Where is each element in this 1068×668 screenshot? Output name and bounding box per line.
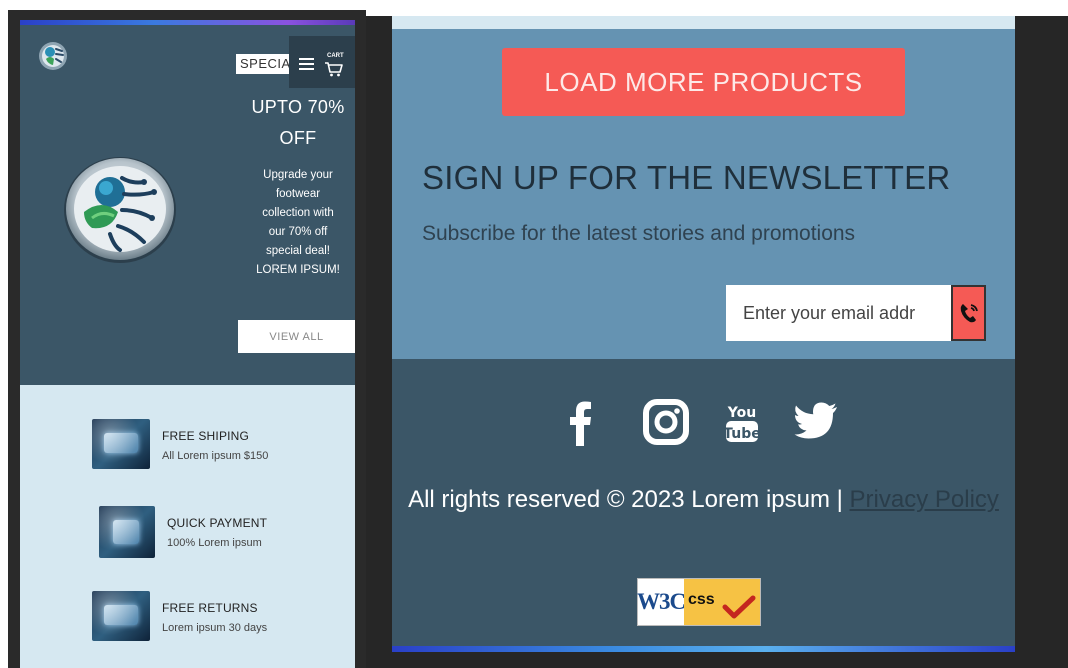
copyright-label: All rights reserved © 2023 Lorem ipsum |	[408, 486, 850, 513]
shipping-card-image	[92, 419, 150, 469]
w3c-badge-label: W3C	[636, 589, 686, 614]
promo-title: UPTO 70% OFF	[238, 92, 355, 154]
feature-subtitle: All Lorem ipsum $150	[162, 450, 269, 462]
hamburger-menu-icon[interactable]	[299, 58, 314, 70]
view-all-button[interactable]: VIEW ALL	[238, 320, 355, 353]
payment-card-image	[99, 506, 155, 558]
footer: You Tube All rights reserved © 2023 Lore…	[392, 359, 1015, 652]
submit-email-button[interactable]	[951, 285, 986, 341]
phone-call-icon	[960, 304, 978, 323]
w3c-css-badge[interactable]: W3C css	[637, 578, 761, 626]
twitter-icon[interactable]	[793, 397, 839, 447]
feature-subtitle: Lorem ipsum 30 days	[162, 622, 268, 634]
copyright-text: All rights reserved © 2023 Lorem ipsum |…	[392, 477, 1015, 523]
brand-logo-large-icon	[64, 157, 176, 263]
mobile-preview: SPECIAL CART UPTO 70% OFF Upgrade your f…	[20, 20, 355, 668]
feature-title: FREE RETURNS	[162, 601, 258, 615]
facebook-icon[interactable]	[567, 397, 595, 447]
checkmark-icon	[722, 595, 756, 619]
desktop-preview: LOAD MORE PRODUCTS SIGN UP FOR THE NEWSL…	[392, 16, 1015, 652]
brand-logo-icon[interactable]	[38, 41, 68, 71]
bottom-gradient-bar	[392, 646, 1015, 652]
cart-label: CART	[327, 53, 344, 59]
feature-title: QUICK PAYMENT	[167, 516, 268, 530]
promo-title-line2: OFF	[279, 128, 317, 148]
svg-text:You: You	[727, 405, 756, 421]
svg-text:Tube: Tube	[723, 426, 761, 442]
promo-description: Upgrade your footwear collection with ou…	[256, 169, 340, 276]
newsletter-section: LOAD MORE PRODUCTS SIGN UP FOR THE NEWSL…	[392, 29, 1015, 359]
youtube-icon[interactable]: You Tube	[722, 397, 762, 447]
privacy-policy-link[interactable]: Privacy Policy	[850, 486, 999, 513]
top-strip	[392, 16, 1015, 29]
nav-menu-box: CART	[289, 36, 355, 88]
returns-card-image	[92, 591, 150, 641]
feature-title: FREE SHIPING	[162, 429, 250, 443]
email-input[interactable]	[726, 285, 952, 341]
special-offer-label: SPECIAL	[236, 54, 296, 74]
load-more-products-button[interactable]: LOAD MORE PRODUCTS	[502, 48, 905, 116]
newsletter-title: SIGN UP FOR THE NEWSLETTER	[422, 159, 951, 196]
promo-title-line1: UPTO 70%	[251, 97, 345, 117]
feature-subtitle: 100% Lorem ipsum	[167, 537, 262, 549]
css-badge-label: css	[688, 591, 715, 608]
feature-free-returns: FREE RETURNS Lorem ipsum 30 days	[92, 591, 267, 641]
feature-free-shipping: FREE SHIPING All Lorem ipsum $150	[92, 419, 268, 469]
newsletter-subtitle: Subscribe for the latest stories and pro…	[422, 222, 856, 245]
instagram-icon[interactable]	[642, 397, 690, 447]
cart-icon[interactable]	[324, 61, 344, 77]
features-section: FREE SHIPING All Lorem ipsum $150 QUICK …	[20, 385, 355, 668]
top-gradient-bar	[20, 20, 355, 25]
feature-quick-payment: QUICK PAYMENT 100% Lorem ipsum	[99, 506, 267, 558]
